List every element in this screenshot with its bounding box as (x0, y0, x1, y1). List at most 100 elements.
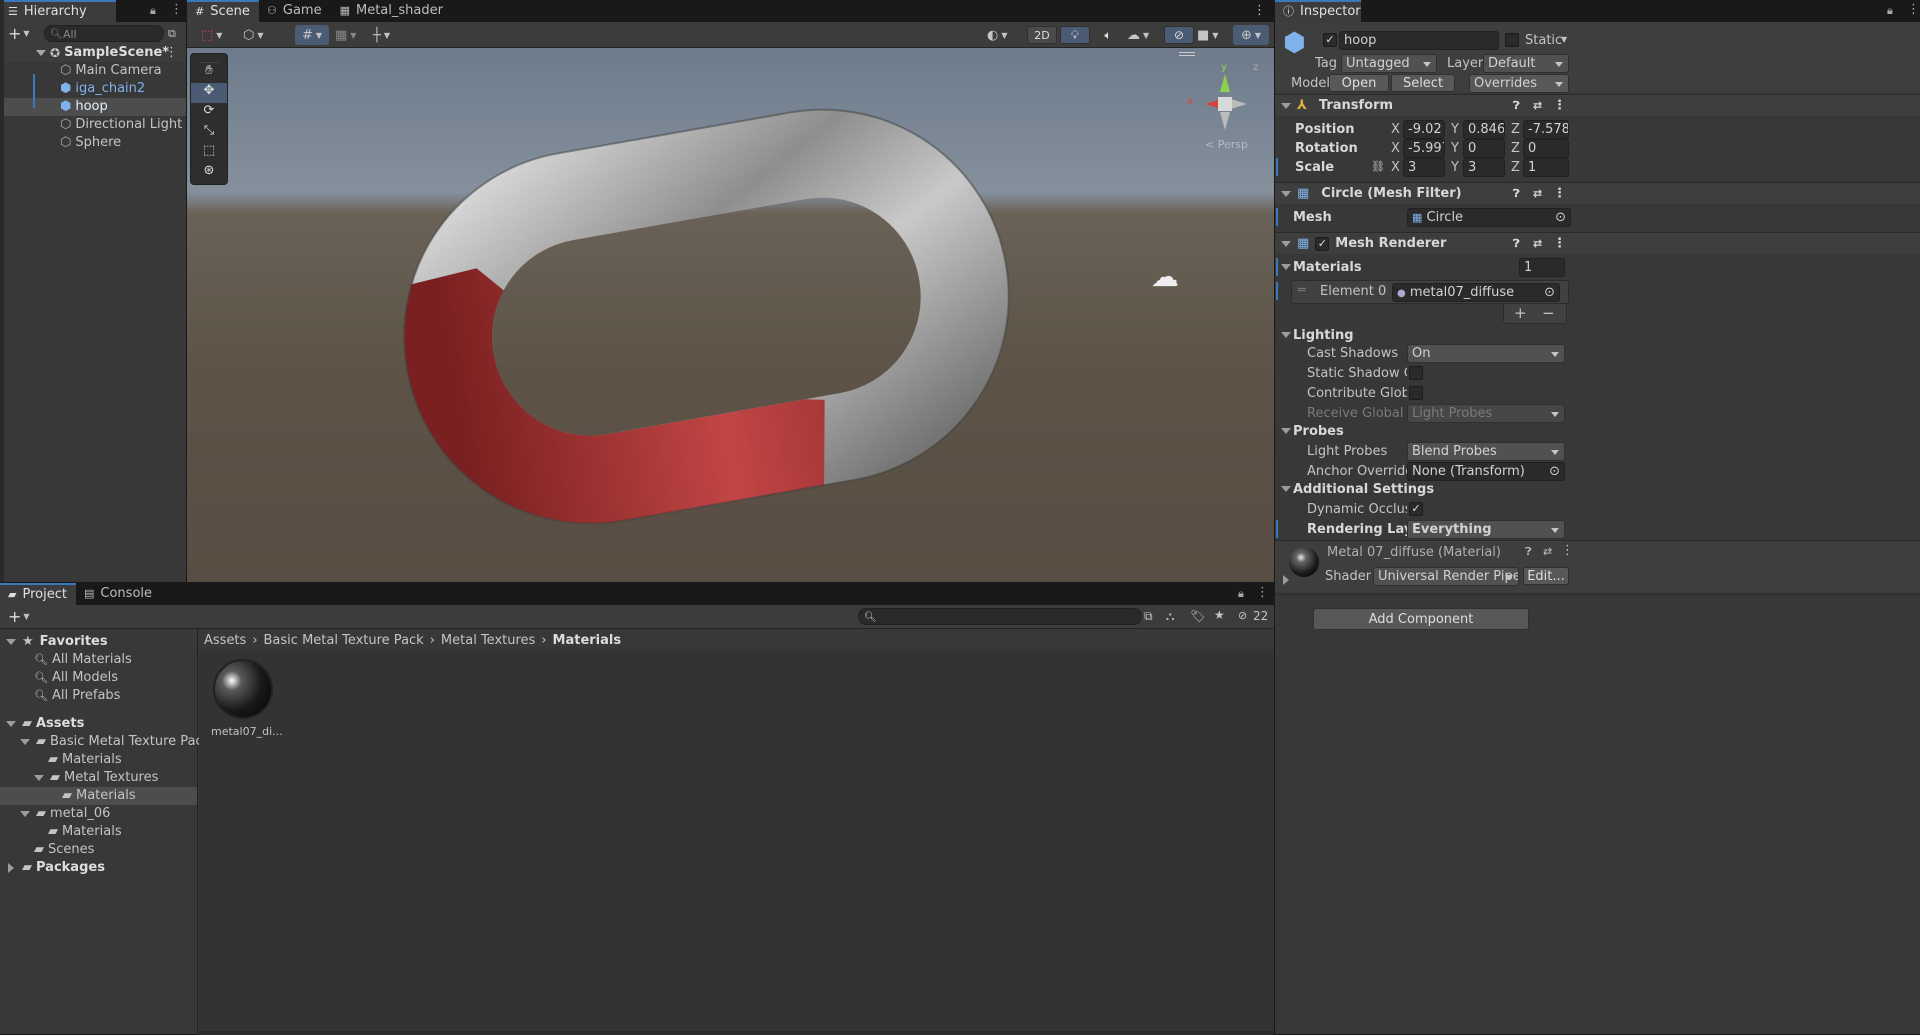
tab-metal-shader[interactable]: ▦ Metal_shader (332, 0, 453, 22)
camera-settings-dropdown[interactable]: ■ ▼ (1197, 25, 1231, 45)
hierarchy-item-hoop[interactable]: ⬢ hoop (0, 98, 186, 116)
foldout-icon[interactable] (6, 639, 16, 645)
mesh-renderer-header[interactable]: ▦ ✓ Mesh Renderer ❓︎ ⇄ ⋮ (1275, 232, 1920, 254)
filter-by-label-icon[interactable]: 🏷︎ (1190, 609, 1205, 623)
rendering-layer-dropdown[interactable]: Everything (1407, 520, 1565, 539)
scale-y-field[interactable]: 3 (1463, 158, 1505, 177)
rotation-z-field[interactable]: 0 (1523, 139, 1569, 158)
foldout-icon[interactable] (1283, 575, 1289, 585)
foldout-icon[interactable] (1281, 428, 1291, 434)
increment-snap-toggle[interactable]: ┼ ▼ (373, 25, 407, 45)
snap-toggle[interactable]: ▦ ▼ (335, 25, 369, 45)
folder-basic-metal-texture-pack[interactable]: ▰ Basic Metal Texture Pack (0, 733, 210, 751)
foldout-icon[interactable] (1281, 102, 1291, 109)
search-history-icon[interactable]: ⧉ (1144, 609, 1153, 624)
presets-icon[interactable]: ⇄ (1533, 237, 1542, 250)
tab-game[interactable]: ⚇ Game (259, 0, 332, 22)
rotate-tool-icon[interactable]: ⟳ (191, 103, 227, 123)
overlay-drag-handle[interactable] (199, 54, 219, 63)
folder-metal-textures[interactable]: ▰ Metal Textures (0, 769, 197, 787)
effects-dropdown[interactable]: ☁ ▼ (1127, 25, 1161, 45)
hidden-objects-toggle[interactable]: ⊘ (1164, 26, 1194, 44)
scene-row[interactable]: ✪ SampleScene* ⋮ (0, 44, 186, 62)
select-button[interactable]: Select (1391, 74, 1455, 92)
favorite-item[interactable]: 🔍︎ All Models (0, 669, 197, 687)
tab-inspector[interactable]: ⓘ Inspector (1275, 0, 1361, 22)
transform-tool-icon[interactable]: ⊛ (191, 163, 227, 183)
dynamic-occlusion-checkbox[interactable]: ✓ (1409, 502, 1423, 516)
folder-materials[interactable]: ▰ Materials (0, 823, 197, 841)
foldout-icon[interactable] (1281, 240, 1291, 247)
favorites-row[interactable]: ★ Favorites (0, 633, 197, 651)
additional-settings-foldout[interactable]: Additional Settings (1275, 480, 1575, 500)
hand-tool-icon[interactable]: ✋︎ (191, 63, 227, 83)
foldout-icon[interactable] (1281, 190, 1291, 197)
scale-tool-icon[interactable]: ⤡ (191, 123, 227, 143)
position-z-field[interactable]: -7.578 (1523, 120, 1569, 139)
foldout-icon[interactable] (36, 50, 46, 56)
object-picker-icon[interactable]: ⊙ (1555, 209, 1566, 226)
folder-materials-selected[interactable]: ▰ Materials (0, 787, 197, 805)
mesh-filter-header[interactable]: ▦ Circle (Mesh Filter) ❓︎ ⇄ ⋮ (1275, 182, 1920, 204)
foldout-icon[interactable] (8, 863, 14, 873)
chevron-down-icon[interactable]: ▼ (23, 29, 29, 38)
add-element-button[interactable]: + (1514, 304, 1527, 322)
folder-materials[interactable]: ▰ Materials (0, 751, 197, 769)
object-picker-icon[interactable]: ⊙ (1549, 463, 1560, 480)
help-icon[interactable]: ❓︎ (1513, 187, 1520, 201)
kebab-menu-icon[interactable]: ⋮ (1253, 3, 1266, 18)
kebab-menu-icon[interactable]: ⋮ (1907, 2, 1920, 17)
breadcrumb-item[interactable]: Assets (204, 633, 246, 648)
shading-mode-dropdown[interactable]: ◐ ▼ (987, 25, 1021, 45)
help-icon[interactable]: ❓︎ (1525, 545, 1532, 559)
lock-icon[interactable]: 🔒︎ (1887, 4, 1893, 18)
static-chevron-down-icon[interactable]: ▼ (1561, 35, 1567, 44)
axis-gizmo-icon[interactable] (1185, 64, 1265, 144)
light-probes-dropdown[interactable]: Blend Probes (1407, 442, 1565, 461)
kebab-menu-icon[interactable]: ⋮ (1553, 236, 1566, 251)
lighting-toggle[interactable]: 💡︎ (1060, 26, 1090, 44)
contribute-gi-checkbox[interactable] (1409, 386, 1423, 400)
scene-menu-icon[interactable]: ⋮ (165, 44, 178, 62)
anchor-override-field[interactable]: None (Transform) ⊙ (1407, 462, 1565, 481)
chevron-down-icon[interactable]: ▼ (23, 612, 29, 621)
static-shadow-caster-checkbox[interactable] (1409, 366, 1423, 380)
foldout-icon[interactable] (1281, 486, 1291, 492)
rotation-x-field[interactable]: -5.997 (1403, 139, 1445, 158)
object-picker-icon[interactable]: ⊙ (1544, 284, 1555, 301)
move-tool-icon[interactable]: ✥ (191, 83, 227, 103)
folder-scenes[interactable]: ▰ Scenes (0, 841, 197, 859)
hierarchy-item-sphere[interactable]: ⬡ Sphere (0, 134, 186, 152)
lighting-foldout[interactable]: Lighting (1275, 326, 1575, 346)
search-history-icon[interactable]: ⧉ (168, 27, 176, 41)
scale-x-field[interactable]: 3 (1403, 158, 1445, 177)
favorite-star-icon[interactable]: ★ (1214, 608, 1225, 622)
open-button[interactable]: Open (1329, 74, 1389, 92)
persp-label[interactable]: < Persp (1205, 138, 1248, 151)
shader-dropdown[interactable]: Universal Render Pipelin (1373, 567, 1519, 586)
remove-element-button[interactable]: − (1542, 304, 1555, 322)
tab-hierarchy[interactable]: ☰ Hierarchy (0, 0, 116, 22)
breadcrumb-item[interactable]: Basic Metal Texture Pack (264, 633, 424, 648)
kebab-menu-icon[interactable]: ⋮ (1561, 543, 1574, 558)
camera-gizmo-icon[interactable]: ☁ (1151, 260, 1179, 293)
cast-shadows-dropdown[interactable]: On (1407, 344, 1565, 363)
object-name-field[interactable]: hoop (1339, 31, 1499, 50)
kebab-menu-icon[interactable]: ⋮ (170, 2, 183, 17)
probes-foldout[interactable]: Probes (1275, 422, 1575, 442)
foldout-icon[interactable] (6, 721, 16, 727)
hierarchy-search-input[interactable]: 🔍︎ All (44, 25, 164, 42)
assets-row[interactable]: ▰ Assets (0, 715, 197, 733)
shader-edit-button[interactable]: Edit... (1523, 567, 1569, 585)
foldout-icon[interactable] (34, 775, 44, 781)
prefab-cube-icon[interactable]: ⬢ (1283, 28, 1306, 58)
kebab-menu-icon[interactable]: ⋮ (1256, 585, 1269, 600)
favorite-item[interactable]: 🔍︎ All Materials (0, 651, 197, 669)
hierarchy-item-main-camera[interactable]: ⬡ Main Camera (0, 62, 186, 80)
materials-row[interactable]: Materials 1 (1275, 258, 1575, 278)
lock-icon[interactable]: 🔒︎ (150, 4, 156, 18)
tag-dropdown[interactable]: Untagged (1341, 54, 1437, 73)
project-search-input[interactable]: 🔍︎ (858, 608, 1142, 625)
material-header[interactable]: Metal 07_diffuse (Material) ❓︎ ⇄ ⋮ Shade… (1275, 540, 1920, 592)
presets-icon[interactable]: ⇄ (1543, 545, 1552, 558)
